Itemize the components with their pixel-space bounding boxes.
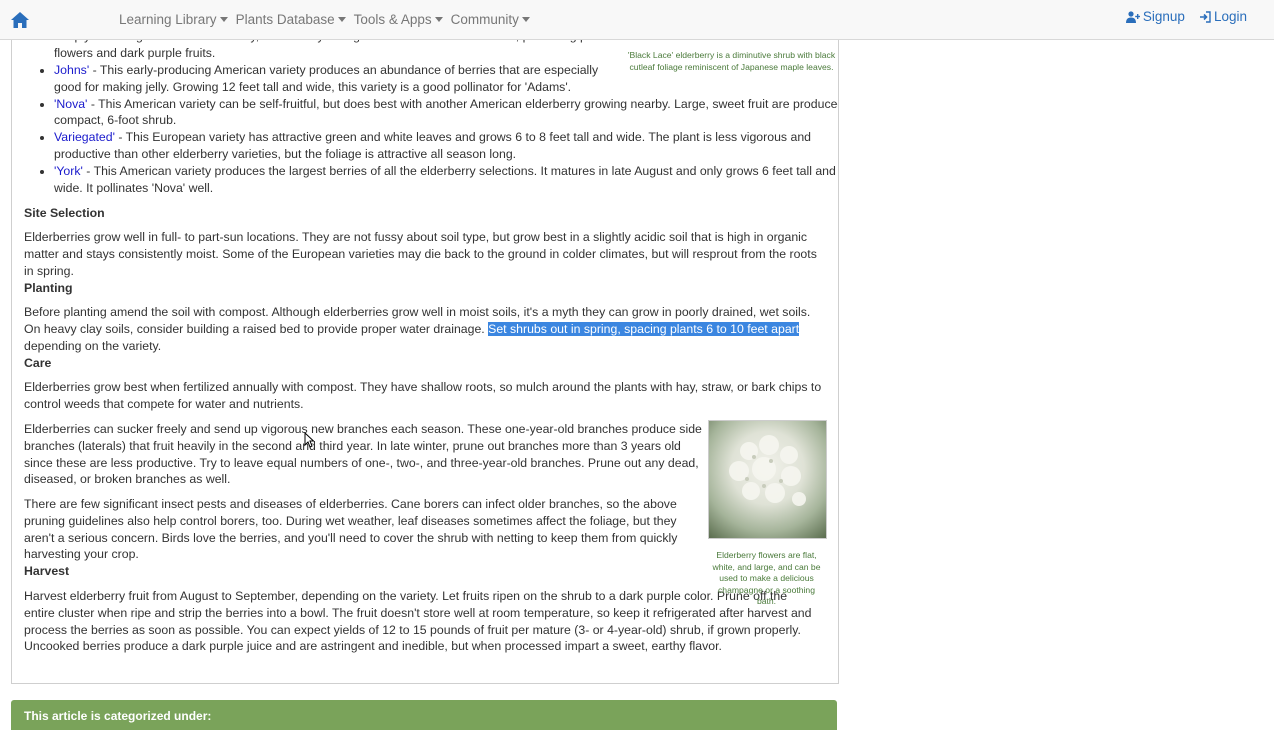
planting-text: Before planting amend the soil with comp… xyxy=(24,304,826,354)
variety-desc: - This American variety produces the lar… xyxy=(54,163,836,195)
caret-down-icon xyxy=(219,17,228,22)
care-text-3: There are few significant insect pests a… xyxy=(24,497,678,562)
account-links: Signup Login xyxy=(1125,9,1247,24)
harvest-text: Harvest elderberry fruit from August to … xyxy=(24,589,812,654)
selected-text[interactable]: Set shrubs out in spring, spacing plants… xyxy=(488,321,800,336)
signup-link[interactable]: Signup xyxy=(1125,9,1185,24)
care-text-1: Elderberries grow best when fertilized a… xyxy=(24,380,822,411)
care-heading: Care xyxy=(24,356,52,370)
cutoff-line-2: flowers and dark purple fruits. xyxy=(54,45,216,60)
variety-list: Johns' - This early-producing American v… xyxy=(24,62,839,197)
sign-in-icon xyxy=(1199,10,1211,23)
elderberry-flower-image xyxy=(708,420,827,539)
menu-learning-library[interactable]: Learning Library xyxy=(119,12,228,27)
caret-down-icon xyxy=(337,17,346,22)
list-item: Johns' - This early-producing American v… xyxy=(54,62,610,96)
caret-down-icon xyxy=(521,17,530,22)
menu-plants-database[interactable]: Plants Database xyxy=(236,12,346,27)
site-selection-text: Elderberries grow well in full- to part-… xyxy=(24,230,817,278)
variety-desc: - This European variety has attractive g… xyxy=(54,130,812,161)
user-plus-icon xyxy=(1125,10,1140,23)
top-navbar: Learning Library Plants Database Tools &… xyxy=(0,0,1274,40)
variety-desc: - This early-producing American variety … xyxy=(54,63,599,94)
variety-name: Johns' xyxy=(54,63,90,77)
list-item: Variegated' - This European variety has … xyxy=(54,129,838,163)
main-menu: Learning Library Plants Database Tools &… xyxy=(119,12,538,27)
category-bar: This article is categorized under: xyxy=(11,700,837,730)
harvest-heading: Harvest xyxy=(24,564,70,578)
menu-community[interactable]: Community xyxy=(451,12,530,27)
variety-name: Variegated' xyxy=(54,130,115,145)
flower-caption: Elderberry flowers are flat, white, and … xyxy=(712,550,821,606)
login-link[interactable]: Login xyxy=(1199,9,1247,24)
mouse-cursor-icon xyxy=(304,432,314,448)
menu-tools-apps[interactable]: Tools & Apps xyxy=(354,12,443,27)
list-item: 'York' - This American variety produces … xyxy=(54,163,838,197)
category-bar-label: This article is categorized under: xyxy=(24,709,212,723)
variety-desc: - This American variety can be self-frui… xyxy=(54,96,839,128)
site-selection-heading: Site Selection xyxy=(24,206,105,220)
care-text-2: Elderberries can sucker freely and send … xyxy=(24,422,702,487)
flower-cluster-icon xyxy=(729,435,806,506)
caret-down-icon xyxy=(434,17,443,22)
home-icon[interactable] xyxy=(10,11,30,29)
variety-name: 'York' xyxy=(54,163,83,178)
planting-heading: Planting xyxy=(24,281,73,295)
planting-text-b: depending on the variety. xyxy=(24,338,162,353)
variety-name: 'Nova' xyxy=(54,96,88,111)
list-item: 'Nova' - This American variety can be se… xyxy=(54,96,839,130)
article-panel: deeply cut foliage. Like 'Black Beauty,'… xyxy=(11,0,839,684)
